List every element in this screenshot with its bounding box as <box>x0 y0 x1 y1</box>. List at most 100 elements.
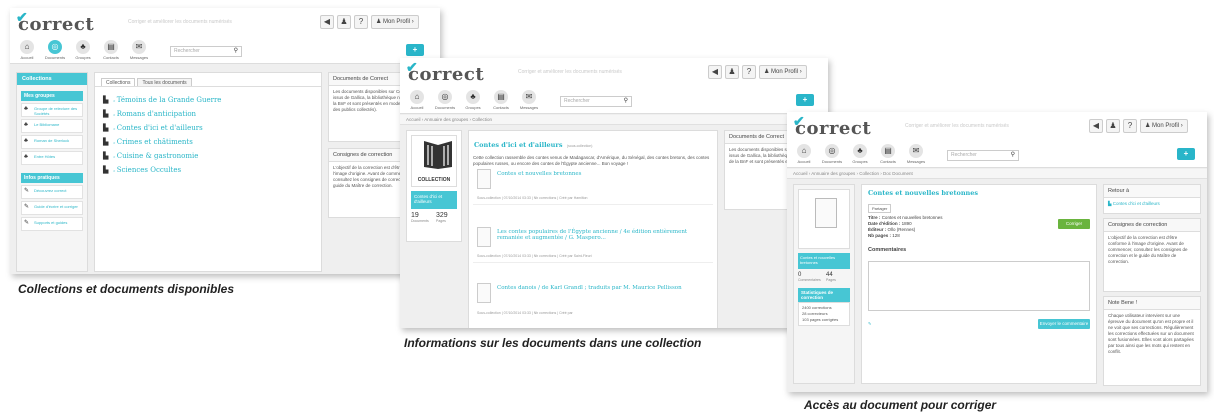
search-input[interactable]: Rechercher ⚲ <box>170 46 242 57</box>
logo[interactable]: ✔ correct <box>406 60 484 85</box>
attach-link[interactable]: ✎ <box>868 321 871 326</box>
document-row[interactable]: Les contes populaires de l'Égypte ancien… <box>473 223 713 263</box>
logo[interactable]: ✔ correct <box>16 10 94 35</box>
nav-groupes[interactable]: ♣ Groupes <box>849 144 871 164</box>
collection-link[interactable]: ▙» Romans d'anticipation <box>95 107 321 121</box>
nav-messages[interactable]: ✉ Messages <box>905 144 927 164</box>
home-icon: ⌂ <box>410 90 424 104</box>
nav-contacts[interactable]: ▤ Contacts <box>100 40 122 60</box>
megaphone-icon[interactable]: ◀ <box>1089 119 1103 133</box>
stat: 329 Pages <box>436 212 448 223</box>
top-bar: ✔ correct Corriger et améliorer les docum… <box>400 58 828 88</box>
add-button[interactable]: + <box>406 44 424 56</box>
document-row[interactable]: Contes et nouvelles bretonnes Sous-colle… <box>473 165 713 205</box>
search-input[interactable]: Rechercher ⚲ <box>947 150 1019 161</box>
document-card: Contes et nouvelles bretonnes 0 Commentai… <box>793 184 855 384</box>
group-item[interactable]: ♣ Groupe de relecture des Sociétés <box>21 103 83 117</box>
back-box: Retour à ▙ Contes d'ici et d'ailleurs <box>1103 184 1201 214</box>
collection-link[interactable]: ▙» Cuisine & gastronomie <box>95 149 321 163</box>
books-icon: ▙ <box>103 152 109 160</box>
collection-cover: COLLECTION <box>411 135 457 187</box>
breadcrumb[interactable]: Accueil › Annuaire des groupes › Collect… <box>787 169 1207 179</box>
nav-contacts[interactable]: ▤ Contacts <box>490 90 512 110</box>
profile-button[interactable]: ♟ Mon Profil › <box>371 15 419 29</box>
books-icon: ▙ <box>103 138 109 146</box>
nav-groupes[interactable]: ♣ Groupes <box>462 90 484 110</box>
nav-messages[interactable]: ✉ Messages <box>518 90 540 110</box>
add-button[interactable]: + <box>1177 148 1195 160</box>
practical-item[interactable]: ✎ Supports et guides <box>21 217 83 231</box>
group-item[interactable]: ♣ Roman de Sherlock <box>21 135 83 149</box>
megaphone-icon[interactable]: ◀ <box>320 15 334 29</box>
nav-groupes[interactable]: ♣ Groupes <box>72 40 94 60</box>
caption-collections: Collections et documents disponibles <box>18 282 235 296</box>
group-item[interactable]: ♣ Le Bibliomane <box>21 119 83 133</box>
megaphone-icon[interactable]: ◀ <box>708 65 722 79</box>
group-icon: ♣ <box>24 138 28 144</box>
sidebar-collections-title[interactable]: Collections <box>17 73 87 85</box>
profile-button[interactable]: ♟ Mon Profil › <box>759 65 807 79</box>
nav-accueil[interactable]: ⌂ Accueil <box>793 144 815 164</box>
collection-link[interactable]: ▙» Contes d'ici et d'ailleurs <box>95 121 321 135</box>
user-icon[interactable]: ♟ <box>1106 119 1120 133</box>
collection-link[interactable]: ▙» Témoins de la Grande Guerre <box>95 93 321 107</box>
document-title[interactable]: Contes danois / de Karl Grandl ; traduit… <box>497 285 697 291</box>
correct-button[interactable]: Corriger <box>1058 219 1090 229</box>
top-icons: ◀ ♟ ? ♟ Mon Profil › <box>320 15 419 29</box>
help-icon[interactable]: ? <box>742 65 756 79</box>
logo[interactable]: ✔ correct <box>793 114 871 139</box>
nav-accueil[interactable]: ⌂ Accueil <box>406 90 428 110</box>
document-title[interactable]: Contes et nouvelles bretonnes <box>497 171 582 177</box>
practical-item[interactable]: ✎ Découvrez correct <box>21 185 83 199</box>
nav-documents[interactable]: ◎ Documents <box>434 90 456 110</box>
group-icon: ♣ <box>24 106 28 112</box>
nav-contacts[interactable]: ▤ Contacts <box>877 144 899 164</box>
nav-messages[interactable]: ✉ Messages <box>128 40 150 60</box>
document-stats: 0 Commentaires 44 Pages <box>798 272 850 282</box>
messages-icon: ✉ <box>522 90 536 104</box>
help-icon[interactable]: ? <box>1123 119 1137 133</box>
profile-button[interactable]: ♟ Mon Profil › <box>1140 119 1188 133</box>
nav-accueil[interactable]: ⌂ Accueil <box>16 40 38 60</box>
help-icon[interactable]: ? <box>354 15 368 29</box>
binoculars-icon: ◎ <box>825 144 839 158</box>
home-icon: ⌂ <box>797 144 811 158</box>
comment-textarea[interactable] <box>868 261 1090 311</box>
add-button[interactable]: + <box>796 94 814 106</box>
search-icon: ⚲ <box>233 48 238 54</box>
document-metadata: Titre : Contes et nouvelles bretonnes Da… <box>868 215 943 238</box>
share-button[interactable]: Partager <box>868 204 892 213</box>
document-thumbnail <box>477 283 491 303</box>
note-text: Chaque utilisateur intervient sur une ép… <box>1108 313 1194 354</box>
breadcrumb[interactable]: Accueil › Annuaire des groupes › Collect… <box>400 115 828 125</box>
books-icon <box>424 141 452 169</box>
group-item[interactable]: ♣ Entre Hôtes <box>21 151 83 165</box>
note-box: Note Bene ! Chaque utilisateur intervien… <box>1103 296 1201 386</box>
nav-documents[interactable]: ◎ Documents <box>44 40 66 60</box>
practical-item[interactable]: ✎ Guide d'écrire et corriger <box>21 201 83 215</box>
books-icon: ▙ <box>103 96 109 104</box>
collection-header: Contes d'ici et d'ailleurs (sous-collect… <box>474 141 593 149</box>
screenshot-document-access: ✔ correct Corriger et améliorer les docum… <box>787 112 1207 392</box>
nav-documents[interactable]: ◎ Documents <box>821 144 843 164</box>
document-thumbnail <box>477 227 491 247</box>
document-title[interactable]: Les contes populaires de l'Égypte ancien… <box>497 229 697 241</box>
search-input[interactable]: Rechercher ⚲ <box>560 96 632 107</box>
user-icon[interactable]: ♟ <box>725 65 739 79</box>
back-link[interactable]: ▙ Contes d'ici et d'ailleurs <box>1104 198 1200 210</box>
top-bar: ✔ correct Corriger et améliorer les docum… <box>787 112 1207 142</box>
collection-card: COLLECTION Contes d'ici et d'ailleurs 19… <box>406 130 462 242</box>
collection-link[interactable]: ▙» Sciences Occultes <box>95 163 321 177</box>
collection-link[interactable]: ▙» Crimes et châtiments <box>95 135 321 149</box>
stat: 44 Pages <box>826 272 836 282</box>
document-thumbnail <box>477 169 491 189</box>
tab-collections[interactable]: Collections <box>101 78 136 86</box>
document-meta: Sous-collection | 07/10/2014 03:33 | Nb … <box>477 196 588 200</box>
tab-all-documents[interactable]: Tous les documents <box>137 78 192 86</box>
top-bar: ✔ correct Corriger et améliorer les docum… <box>10 8 440 38</box>
books-icon: ▙ <box>103 110 109 118</box>
submit-comment-button[interactable]: Envoyer le commentaire <box>1038 319 1090 329</box>
user-icon[interactable]: ♟ <box>337 15 351 29</box>
nav-bar: ⌂ Accueil ◎ Documents ♣ Groupes ▤ Contacts ✉… <box>400 88 828 114</box>
document-row[interactable]: Contes danois / de Karl Grandl ; traduit… <box>473 279 713 319</box>
